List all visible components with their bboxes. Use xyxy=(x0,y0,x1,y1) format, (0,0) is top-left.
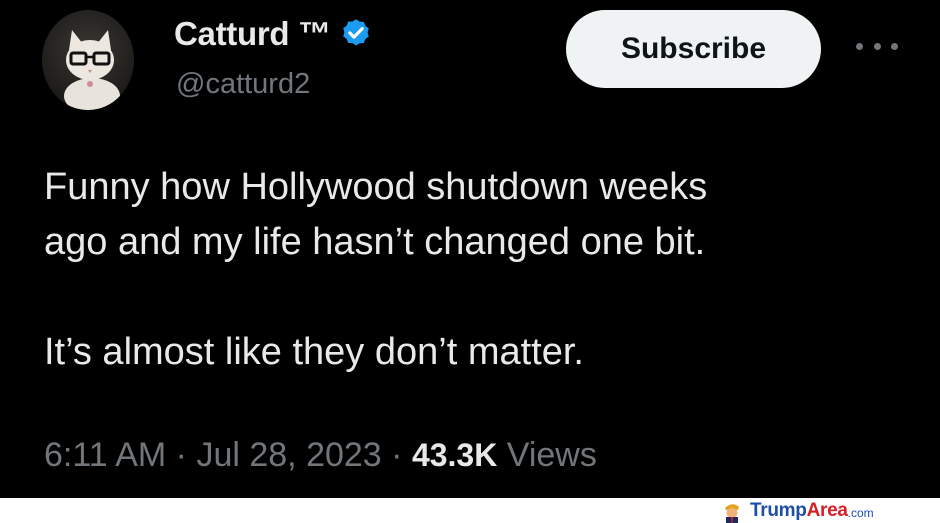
more-dot xyxy=(891,42,898,50)
watermark-logo: Trump Area .com xyxy=(720,498,874,523)
tweet-line: ago and my life hasn’t changed one bit. xyxy=(44,221,706,263)
tweet-line: Funny how Hollywood shutdown weeks xyxy=(44,166,708,208)
watermark-bar: Trump Area .com xyxy=(0,498,940,523)
watermark-text-2: Area xyxy=(806,499,848,521)
avatar[interactable] xyxy=(42,10,134,110)
views-label: Views xyxy=(497,436,597,474)
views-count[interactable]: 43.3K xyxy=(412,437,497,473)
more-dot xyxy=(873,42,881,50)
author-handle[interactable]: @catturd2 xyxy=(176,68,310,101)
tweet-card: Catturd ™ @catturd2 Subscribe Funny how … xyxy=(0,0,940,498)
cat-avatar-icon xyxy=(64,30,120,110)
display-name[interactable]: Catturd ™ xyxy=(174,15,331,53)
verified-badge-icon[interactable] xyxy=(339,17,373,51)
watermark-suffix: .com xyxy=(847,505,874,520)
tweet-meta: 6:11 AM · Jul 28, 2023 · 43.3K Views xyxy=(44,436,597,475)
meta-separator: · xyxy=(381,436,412,474)
subscribe-button[interactable]: Subscribe xyxy=(566,10,821,88)
watermark-text-1: Trump xyxy=(750,499,807,521)
trump-caricature-icon xyxy=(725,503,739,523)
author-name-row: Catturd ™ xyxy=(174,14,373,54)
more-options-icon[interactable] xyxy=(856,34,898,58)
tweet-date[interactable]: Jul 28, 2023 xyxy=(196,436,381,474)
tweet-time[interactable]: 6:11 AM xyxy=(44,436,166,474)
tweet-line: It’s almost like they don’t matter. xyxy=(44,331,584,373)
more-dot xyxy=(856,42,863,50)
tweet-text: Funny how Hollywood shutdown weeks ago a… xyxy=(44,160,904,380)
meta-separator: · xyxy=(166,436,197,474)
